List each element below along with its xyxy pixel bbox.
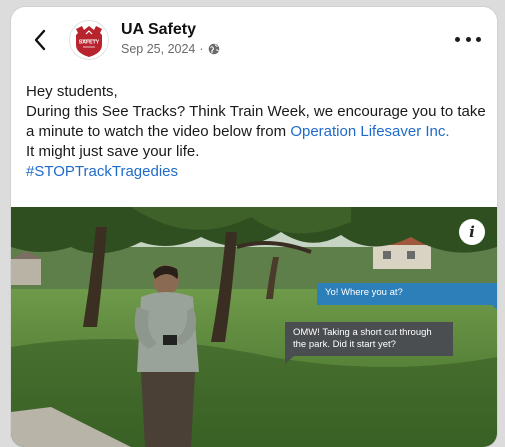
post-card: SAFETY UA Safety Sep 25, 2024 · Hey stud…	[11, 7, 497, 447]
hashtag-link[interactable]: #STOPTrackTragedies	[26, 163, 178, 180]
post-text: Hey students, During this See Tracks? Th…	[26, 82, 488, 182]
globe-icon	[208, 43, 219, 55]
post-line-after: It might just save your life.	[26, 143, 200, 160]
post-body: During this See Tracks? Think Train Week…	[26, 102, 488, 142]
operation-lifesaver-link[interactable]: Operation Lifesaver Inc.	[290, 123, 449, 140]
more-dot	[455, 36, 460, 42]
chat-bubble-received: Yo! Where you at?	[317, 283, 497, 313]
video-player[interactable]: i Yo! Where you at? OMW! Taking a short …	[11, 207, 497, 447]
back-button[interactable]	[29, 27, 51, 53]
more-dot	[465, 36, 471, 42]
page-name[interactable]: UA Safety	[121, 21, 196, 39]
avatar-logo-text: SAFETY	[79, 40, 100, 46]
chevron-left-icon	[34, 29, 46, 51]
post-date[interactable]: Sep 25, 2024	[121, 42, 195, 56]
meta-separator: ·	[199, 42, 204, 56]
post-greeting: Hey students,	[26, 83, 118, 100]
more-options-button[interactable]	[455, 29, 481, 49]
info-button[interactable]: i	[459, 219, 485, 245]
chat-bubble-sent: OMW! Taking a short cut through the park…	[285, 322, 453, 364]
more-dot	[476, 36, 481, 42]
post-meta: Sep 25, 2024 ·	[121, 42, 220, 56]
avatar[interactable]: SAFETY	[69, 20, 109, 60]
ua-safety-shield-logo: SAFETY	[69, 20, 109, 60]
